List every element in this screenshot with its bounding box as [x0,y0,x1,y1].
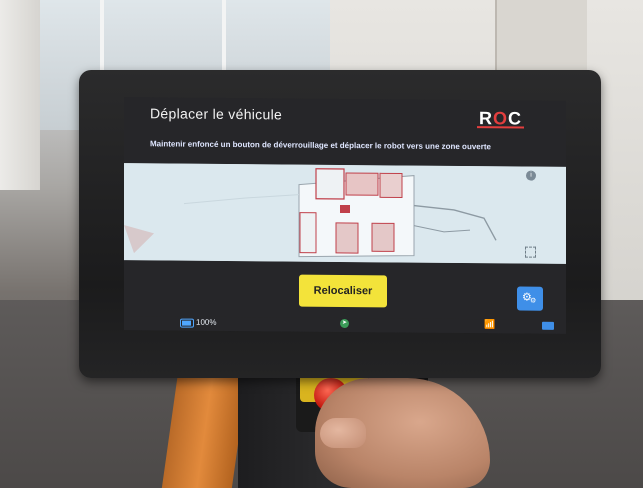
instruction-text: Maintenir enfoncé un bouton de déverroui… [150,139,491,152]
keyboard-icon[interactable] [542,321,554,330]
roc-logo: ROC [476,108,524,129]
wifi-icon[interactable]: 📶 [484,319,495,330]
relocalize-button[interactable]: Relocaliser [299,274,387,308]
gear-small-icon: ⚙ [530,297,537,305]
floor-map [124,163,566,264]
tablet-screen: Déplacer le véhicule ROC Maintenir enfon… [124,97,566,334]
pillar [0,0,40,190]
page-title: Déplacer le véhicule [150,105,283,123]
info-icon[interactable]: i [526,170,536,181]
shelf [495,0,587,70]
settings-button[interactable]: ⚙ ⚙ [517,286,543,311]
battery-icon [180,318,194,328]
thumb [320,418,366,448]
map-view[interactable]: i [124,163,566,264]
navigation-icon[interactable]: ➤ [340,318,349,329]
fullscreen-icon[interactable] [525,246,536,258]
battery-level: 100% [196,317,217,327]
